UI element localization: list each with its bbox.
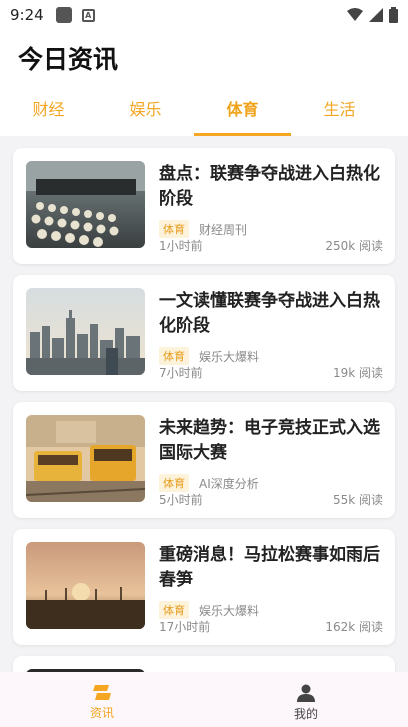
article-reads: 55k 阅读 (332, 493, 383, 507)
person-icon (297, 684, 315, 702)
category-badge: 体育 (159, 347, 189, 365)
article-title: 未来趋势：电子竞技正式入选国际大赛 (159, 418, 380, 463)
article-source: 娱乐大爆料 (199, 349, 260, 364)
article-thumbnail (26, 415, 145, 502)
article-thumbnail (26, 288, 145, 375)
tab-finance[interactable]: 财经 (0, 86, 97, 136)
article-title: 重磅消息！马拉松赛事如雨后春笋 (159, 545, 380, 590)
nav-profile-label: 我的 (293, 707, 318, 721)
article-title: 盘点：联赛争夺战进入白热化阶段 (159, 164, 380, 209)
nav-news[interactable]: 资讯 (0, 672, 204, 727)
article-card[interactable]: 盘点：联赛争夺战进入白热化阶段 体育 财经周刊 1小时前 250k 阅读 (13, 148, 395, 264)
nav-news-label: 资讯 (89, 706, 114, 720)
article-thumbnail (26, 161, 145, 248)
article-time: 5小时前 (159, 493, 203, 507)
article-card[interactable]: 一文读懂联赛争夺战进入白热化阶段 体育 娱乐大爆料 7小时前 19k 阅读 (13, 275, 395, 391)
tab-sports[interactable]: 体育 (194, 86, 291, 136)
article-title: 一文读懂联赛争夺战进入白热化阶段 (159, 291, 380, 336)
article-time: 1小时前 (159, 239, 203, 253)
article-time: 7小时前 (159, 366, 203, 380)
signal-icon (369, 8, 383, 22)
status-time: 9:24 (10, 6, 44, 24)
article-meta: 体育 AI深度分析 (159, 474, 259, 492)
article-list: 盘点：联赛争夺战进入白热化阶段 体育 财经周刊 1小时前 250k 阅读 一文读… (13, 148, 395, 696)
article-card[interactable]: 未来趋势：电子竞技正式入选国际大赛 体育 AI深度分析 5小时前 55k 阅读 (13, 402, 395, 518)
tab-entertainment[interactable]: 娱乐 (97, 86, 194, 136)
header: 今日资讯 财经 娱乐 体育 生活 (0, 30, 408, 136)
page-title: 今日资讯 (18, 45, 119, 74)
category-badge: 体育 (159, 220, 189, 238)
article-meta: 体育 娱乐大爆料 (159, 601, 259, 619)
article-source: 娱乐大爆料 (199, 603, 260, 618)
article-reads: 250k 阅读 (325, 239, 383, 253)
article-meta: 体育 娱乐大爆料 (159, 347, 259, 365)
article-source: AI深度分析 (199, 476, 259, 491)
category-tabs: 财经 娱乐 体育 生活 (0, 86, 408, 136)
bottom-nav: 资讯 我的 (0, 672, 408, 727)
article-thumbnail (26, 542, 145, 629)
news-icon (93, 685, 111, 700)
category-badge: 体育 (159, 601, 189, 619)
app-notification-icon: A (81, 8, 95, 22)
notification-icon (55, 7, 72, 23)
wifi-icon (347, 8, 363, 21)
article-meta: 体育 财经周刊 (159, 220, 247, 238)
tab-life[interactable]: 生活 (291, 86, 388, 136)
status-bar: 9:24 A (0, 0, 408, 30)
article-source: 财经周刊 (199, 222, 248, 237)
battery-icon (389, 7, 398, 23)
article-card[interactable]: 重磅消息！马拉松赛事如雨后春笋 体育 娱乐大爆料 17小时前 162k 阅读 (13, 529, 395, 645)
category-badge: 体育 (159, 474, 189, 492)
article-reads: 19k 阅读 (332, 366, 383, 380)
article-reads: 162k 阅读 (325, 620, 383, 634)
nav-profile[interactable]: 我的 (204, 672, 408, 727)
article-time: 17小时前 (159, 620, 211, 634)
